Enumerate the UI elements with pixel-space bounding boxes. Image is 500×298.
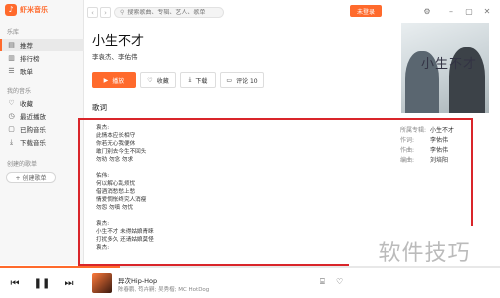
now-playing-artists: 陈春鹏, 苟卉嗣; 吴秀楷; MC HotDog (118, 287, 210, 293)
comment-label: 评论 10 (236, 77, 258, 85)
sidebar-item-charts[interactable]: ▥ 排行榜 (0, 52, 84, 64)
meta-key: 编曲: (400, 156, 415, 164)
comment-button[interactable]: ▭ 评论 10 (220, 72, 264, 88)
close-icon[interactable]: ✕ (482, 6, 492, 16)
next-icon: ⏭ (64, 277, 74, 289)
download-icon: ⤓ (188, 76, 192, 83)
sidebar: ♪ 虾米音乐 乐库 ▤ 推荐 ▥ 排行榜 ☰ 歌单 我的音乐 ♡ 收藏 ◷ 最近… (0, 0, 84, 265)
minimize-icon[interactable]: – (446, 6, 456, 16)
meta-key: 所属专辑: (400, 126, 427, 134)
chart-icon: ▥ (8, 54, 15, 62)
collect-button[interactable]: ♡ 收藏 (140, 72, 176, 88)
song-meta: 所属专辑: 小生不才 作词: 李佑伟 作曲: 李佑伟 编曲: 刘培阳 (400, 124, 454, 164)
forward-button[interactable]: › (100, 7, 111, 18)
section-created-label: 创建的歌单 (7, 161, 38, 168)
meta-row: 作词: 李佑伟 (400, 134, 454, 144)
heart-icon: ♡ (8, 99, 15, 107)
previous-button[interactable]: ⏮ (8, 276, 22, 290)
sidebar-item-purchased[interactable]: ▢ 已购音乐 (0, 123, 84, 135)
player-bar: ⏮ ❚❚ ⏭ 异次Hip-Hop 陈春鹏, 苟卉嗣; 吴秀楷; MC HotDo… (0, 266, 500, 298)
create-playlist-button[interactable]: + 创建歌单 (6, 172, 56, 183)
download-label: 下载 (195, 77, 208, 85)
search-input[interactable] (127, 9, 218, 16)
heart-icon[interactable]: ♡ (336, 277, 343, 286)
clock-icon: ◷ (8, 112, 15, 120)
meta-row: 所属专辑: 小生不才 (400, 124, 454, 134)
app-logo[interactable]: ♪ 虾米音乐 (5, 4, 48, 16)
download-button[interactable]: ⤓ 下载 (180, 72, 216, 88)
sidebar-item-downloads[interactable]: ⤓ 下载音乐 (0, 136, 84, 148)
meta-value[interactable]: 李佑伟 (430, 135, 448, 144)
meta-value[interactable]: 小生不才 (430, 125, 454, 134)
back-button[interactable]: ‹ (87, 7, 98, 18)
now-playing-cover[interactable] (92, 273, 112, 293)
collect-label: 收藏 (156, 77, 169, 85)
recommend-icon: ▤ (8, 41, 15, 49)
logo-icon: ♪ (5, 4, 17, 16)
pause-button[interactable]: ❚❚ (33, 276, 51, 290)
sidebar-item-label: 最近播放 (20, 113, 46, 121)
sidebar-item-label: 下载音乐 (20, 139, 46, 147)
sidebar-item-recommend[interactable]: ▤ 推荐 (0, 39, 84, 51)
now-playing-title[interactable]: 异次Hip-Hop (118, 275, 157, 285)
sidebar-item-recent[interactable]: ◷ 最近播放 (0, 110, 84, 122)
playlist-icon: ☰ (8, 67, 15, 75)
pause-icon: ❚❚ (33, 277, 51, 289)
play-icon: ▶ (103, 76, 109, 84)
lyrics-toggle-icon[interactable]: ⌸ (320, 277, 325, 287)
meta-key: 作词: (400, 136, 415, 144)
progress-bar[interactable] (0, 266, 500, 268)
heart-icon: ♡ (147, 76, 153, 84)
chevron-right-icon: › (104, 8, 107, 17)
download-icon: ⤓ (9, 137, 14, 146)
previous-icon: ⏮ (10, 277, 20, 289)
sidebar-item-label: 已购音乐 (20, 126, 46, 134)
song-artists[interactable]: 李袁杰、李佑伟 (92, 51, 138, 61)
play-label: 播放 (112, 77, 125, 85)
sidebar-item-label: 歌单 (20, 68, 33, 76)
chevron-left-icon: ‹ (91, 8, 94, 17)
section-library-label: 乐库 (7, 29, 20, 36)
song-title: 小生不才 (92, 34, 145, 49)
meta-value[interactable]: 刘培阳 (430, 155, 448, 164)
maximize-icon[interactable]: ▢ (464, 6, 474, 16)
meta-row: 编曲: 刘培阳 (400, 154, 454, 164)
sidebar-item-playlists[interactable]: ☰ 歌单 (0, 65, 84, 77)
sidebar-item-label: 排行榜 (20, 55, 40, 63)
meta-key: 作曲: (400, 146, 415, 154)
play-button[interactable]: ▶ 播放 (92, 72, 136, 88)
sidebar-item-label: 推荐 (20, 42, 33, 50)
cover-art-text: 小生不才 (421, 57, 478, 72)
section-mine-label: 我的音乐 (7, 88, 32, 95)
meta-value[interactable]: 李佑伟 (430, 145, 448, 154)
progress-fill (0, 266, 120, 268)
meta-row: 作曲: 李佑伟 (400, 144, 454, 154)
next-button[interactable]: ⏭ (62, 276, 76, 290)
album-cover[interactable]: 小生不才 (401, 23, 489, 113)
sidebar-item-favorites[interactable]: ♡ 收藏 (0, 97, 84, 109)
logo-text: 虾米音乐 (20, 6, 48, 14)
settings-icon[interactable]: ⚙ (422, 6, 432, 16)
search-icon: ⚲ (120, 9, 125, 16)
login-button[interactable]: 未登录 (350, 5, 382, 17)
sidebar-item-label: 收藏 (20, 100, 33, 108)
lyrics-heading: 歌词 (92, 103, 107, 112)
search-bar[interactable]: ⚲ (114, 7, 224, 18)
comment-icon: ▭ (226, 76, 233, 84)
bag-icon: ▢ (8, 125, 15, 133)
